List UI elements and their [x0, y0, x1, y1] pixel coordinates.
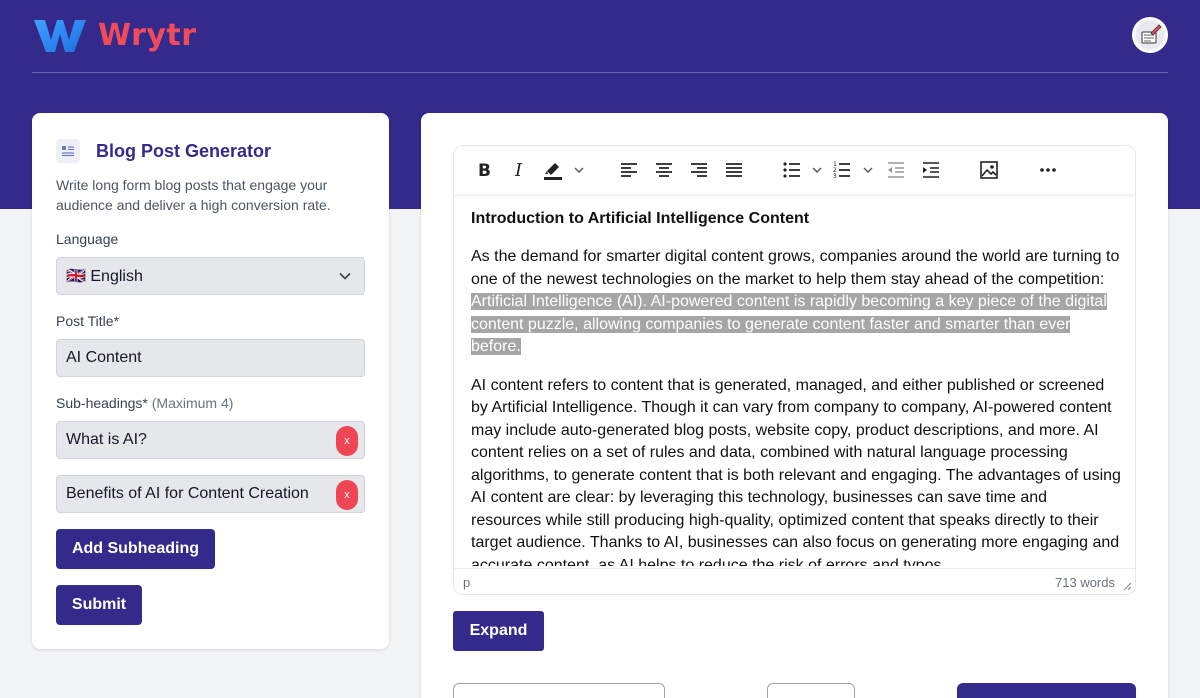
editor-statusbar: p 713 words [454, 568, 1135, 594]
resize-handle-icon[interactable] [1122, 581, 1132, 591]
subheadings-hint: (Maximum 4) [151, 395, 234, 411]
element-path[interactable]: p [463, 575, 470, 590]
top-bar: Wrytr [32, 0, 1168, 73]
paragraph-text: As the demand for smarter digital conten… [471, 248, 1120, 288]
indent-button[interactable] [919, 158, 943, 182]
highlight-button[interactable] [542, 158, 586, 182]
article-icon [56, 139, 80, 163]
content-paragraph: As the demand for smarter digital conten… [471, 246, 1121, 359]
card-header: Blog Post Generator [56, 139, 271, 163]
language-value: 🇬🇧 English [66, 268, 143, 285]
editor-content[interactable]: Introduction to Artificial Intelligence … [471, 208, 1121, 566]
italic-icon: I [514, 160, 523, 180]
subheading-value: Benefits of AI for Content Creation [66, 485, 309, 502]
align-right-button[interactable] [687, 158, 711, 182]
bottom-action-button[interactable] [453, 683, 665, 698]
tool-description: Write long form blog posts that engage y… [56, 177, 331, 213]
expand-button[interactable]: Expand [453, 611, 544, 651]
subheading-input[interactable]: What is AI? x [56, 421, 365, 459]
outdent-button[interactable] [884, 158, 908, 182]
selected-text: Artificial Intelligence (AI). AI-powered… [471, 293, 1107, 355]
logo-w-icon [34, 20, 86, 52]
align-right-icon [691, 163, 707, 177]
outdent-icon [888, 162, 904, 178]
language-label: Language [56, 231, 119, 247]
word-count[interactable]: 713 words [1055, 575, 1115, 590]
svg-text:B: B [478, 161, 491, 180]
align-center-button[interactable] [652, 158, 676, 182]
remove-subheading-button[interactable]: x [336, 426, 358, 456]
bottom-primary-button[interactable] [957, 683, 1136, 698]
subheading-value: What is AI? [66, 431, 147, 448]
numbered-list-icon: 123 [833, 161, 873, 180]
brand-name: Wrytr [98, 17, 197, 53]
post-title-label: Post Title* [56, 313, 120, 329]
remove-subheading-button[interactable]: x [336, 480, 358, 510]
logo[interactable]: Wrytr [32, 16, 197, 54]
highlighter-icon [544, 163, 584, 180]
more-options-button[interactable] [1036, 158, 1060, 182]
insert-image-button[interactable] [977, 158, 1001, 182]
align-left-button[interactable] [617, 158, 641, 182]
bold-icon: B [478, 161, 491, 180]
language-select[interactable]: 🇬🇧 English [56, 257, 365, 295]
justify-button[interactable] [722, 158, 746, 182]
content-heading: Introduction to Artificial Intelligence … [471, 210, 810, 227]
tool-title: Blog Post Generator [96, 140, 272, 161]
submit-button[interactable]: Submit [56, 585, 142, 625]
bullet-list-button[interactable] [782, 158, 826, 182]
italic-button[interactable]: I [507, 158, 531, 182]
align-justify-icon [726, 163, 742, 177]
subheading-input[interactable]: Benefits of AI for Content Creation x [56, 475, 365, 513]
more-horizontal-icon [1040, 168, 1056, 172]
avatar[interactable] [1132, 17, 1168, 53]
avatar-illustration-icon [1136, 21, 1164, 49]
align-left-icon [621, 163, 637, 177]
generator-form-card: Blog Post Generator Write long form blog… [32, 113, 389, 649]
indent-icon [923, 162, 939, 178]
svg-text:I: I [514, 160, 523, 180]
add-subheading-button[interactable]: Add Subheading [56, 529, 215, 569]
editor-toolbar: B I 1 2 3 [454, 146, 1135, 194]
bottom-action-button[interactable] [767, 683, 855, 698]
bullet-list-icon [783, 162, 822, 178]
subheadings-label-text: Sub-headings* [56, 395, 148, 411]
post-title-value: AI Content [66, 349, 142, 366]
image-icon [980, 161, 998, 179]
numbered-list-button[interactable]: 123 [833, 158, 877, 182]
chevron-down-icon [339, 272, 351, 280]
svg-text:3: 3 [833, 173, 837, 180]
post-title-input[interactable]: AI Content [56, 339, 365, 377]
rich-text-editor: B I 1 2 3 Introduction to Artificial Int… [453, 145, 1136, 595]
align-center-icon [656, 163, 672, 177]
editor-card: B I 1 2 3 Introduction to Artificial Int… [421, 113, 1168, 698]
subheadings-label: Sub-headings* (Maximum 4) [56, 395, 233, 411]
content-paragraph: AI content refers to content that is gen… [471, 376, 1121, 567]
bold-button[interactable]: B [472, 158, 496, 182]
